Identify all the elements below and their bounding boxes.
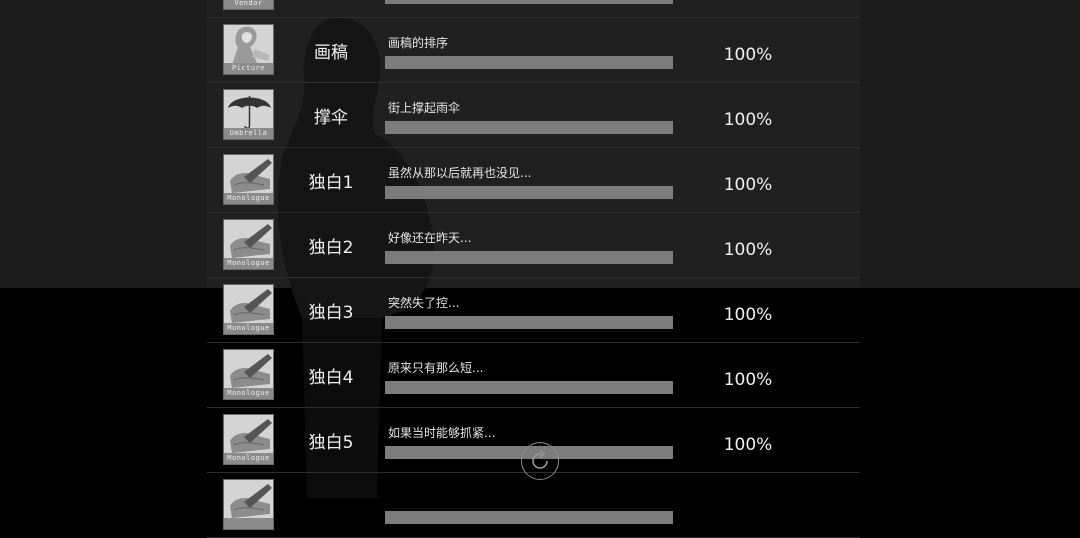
progress-bar — [385, 316, 673, 329]
item-description: 突然失了控... — [388, 296, 460, 310]
item-description: 如果当时能够抓紧... — [388, 426, 496, 440]
item-title: 独白4 — [308, 368, 354, 388]
thumbnail-tag: Umbrella — [224, 128, 273, 139]
progress-fill — [385, 381, 673, 394]
thumbnail-tag: Picture — [224, 63, 273, 74]
progress-fill — [385, 251, 673, 264]
thumbnail-tag: Vendor — [224, 0, 273, 9]
progress-fill — [385, 0, 673, 4]
progress-percent: 100% — [723, 305, 773, 325]
item-title: 撑伞 — [314, 108, 348, 128]
item-description: 街上撑起雨伞 — [388, 101, 461, 115]
item-title: 独白3 — [308, 303, 354, 323]
progress-fill — [385, 316, 673, 329]
list-item[interactable]: Picture 画稿 画稿的排序 100% — [207, 18, 860, 83]
thumbnail-tag: Monologue — [224, 193, 273, 204]
progress-percent: 100% — [723, 240, 773, 260]
refresh-button[interactable] — [521, 442, 559, 480]
item-description: 原来只有那么短... — [388, 361, 484, 375]
item-title: 独白1 — [308, 173, 354, 193]
thumbnail-tag: Monologue — [224, 388, 273, 399]
refresh-icon — [532, 450, 548, 469]
progress-percent: 100% — [723, 370, 773, 390]
thumbnail-tag — [224, 518, 273, 529]
progress-fill — [385, 121, 673, 134]
item-title: 独白5 — [308, 433, 354, 453]
progress-bar — [385, 0, 673, 4]
thumbnail-tag: Monologue — [224, 453, 273, 464]
list-item[interactable]: Monologue 独白3 突然失了控... 100% — [207, 278, 860, 343]
picture-icon: Picture — [223, 24, 274, 75]
progress-bar — [385, 186, 673, 199]
monologue-icon: Monologue — [223, 154, 274, 205]
list-item[interactable]: Vendor — [207, 0, 860, 18]
progress-percent: 100% — [723, 110, 773, 130]
item-title: 画稿 — [314, 43, 348, 63]
progress-bar — [385, 56, 673, 69]
list-item[interactable]: Monologue 独白1 虽然从那以后就再也没见... 100% — [207, 148, 860, 213]
thumbnail-tag: Monologue — [224, 323, 273, 334]
monologue-icon: Monologue — [223, 284, 274, 335]
monologue-icon: Monologue — [223, 414, 274, 465]
progress-bar — [385, 511, 673, 524]
monologue-icon: Monologue — [223, 219, 274, 270]
list-item[interactable] — [207, 473, 860, 538]
vendor-icon: Vendor — [223, 0, 274, 10]
list-item[interactable]: Monologue 独白4 原来只有那么短... 100% — [207, 343, 860, 408]
progress-bar — [385, 381, 673, 394]
monologue-icon: Monologue — [223, 349, 274, 400]
progress-fill — [385, 511, 673, 524]
item-description: 好像还在昨天... — [388, 231, 472, 245]
umbrella-icon: Umbrella — [223, 89, 274, 140]
progress-fill — [385, 186, 673, 199]
item-title: 独白2 — [308, 238, 354, 258]
progress-percent: 100% — [723, 45, 773, 65]
progress-bar — [385, 251, 673, 264]
item-description: 画稿的排序 — [388, 36, 449, 50]
monologue-icon — [223, 479, 274, 530]
list-item[interactable]: Monologue 独白2 好像还在昨天... 100% — [207, 213, 860, 278]
progress-fill — [385, 56, 673, 69]
progress-percent: 100% — [723, 175, 773, 195]
list-item[interactable]: Umbrella 撑伞 街上撑起雨伞 100% — [207, 83, 860, 148]
thumbnail-tag: Monologue — [224, 258, 273, 269]
progress-bar — [385, 121, 673, 134]
progress-percent: 100% — [723, 435, 773, 455]
item-description: 虽然从那以后就再也没见... — [388, 166, 532, 180]
